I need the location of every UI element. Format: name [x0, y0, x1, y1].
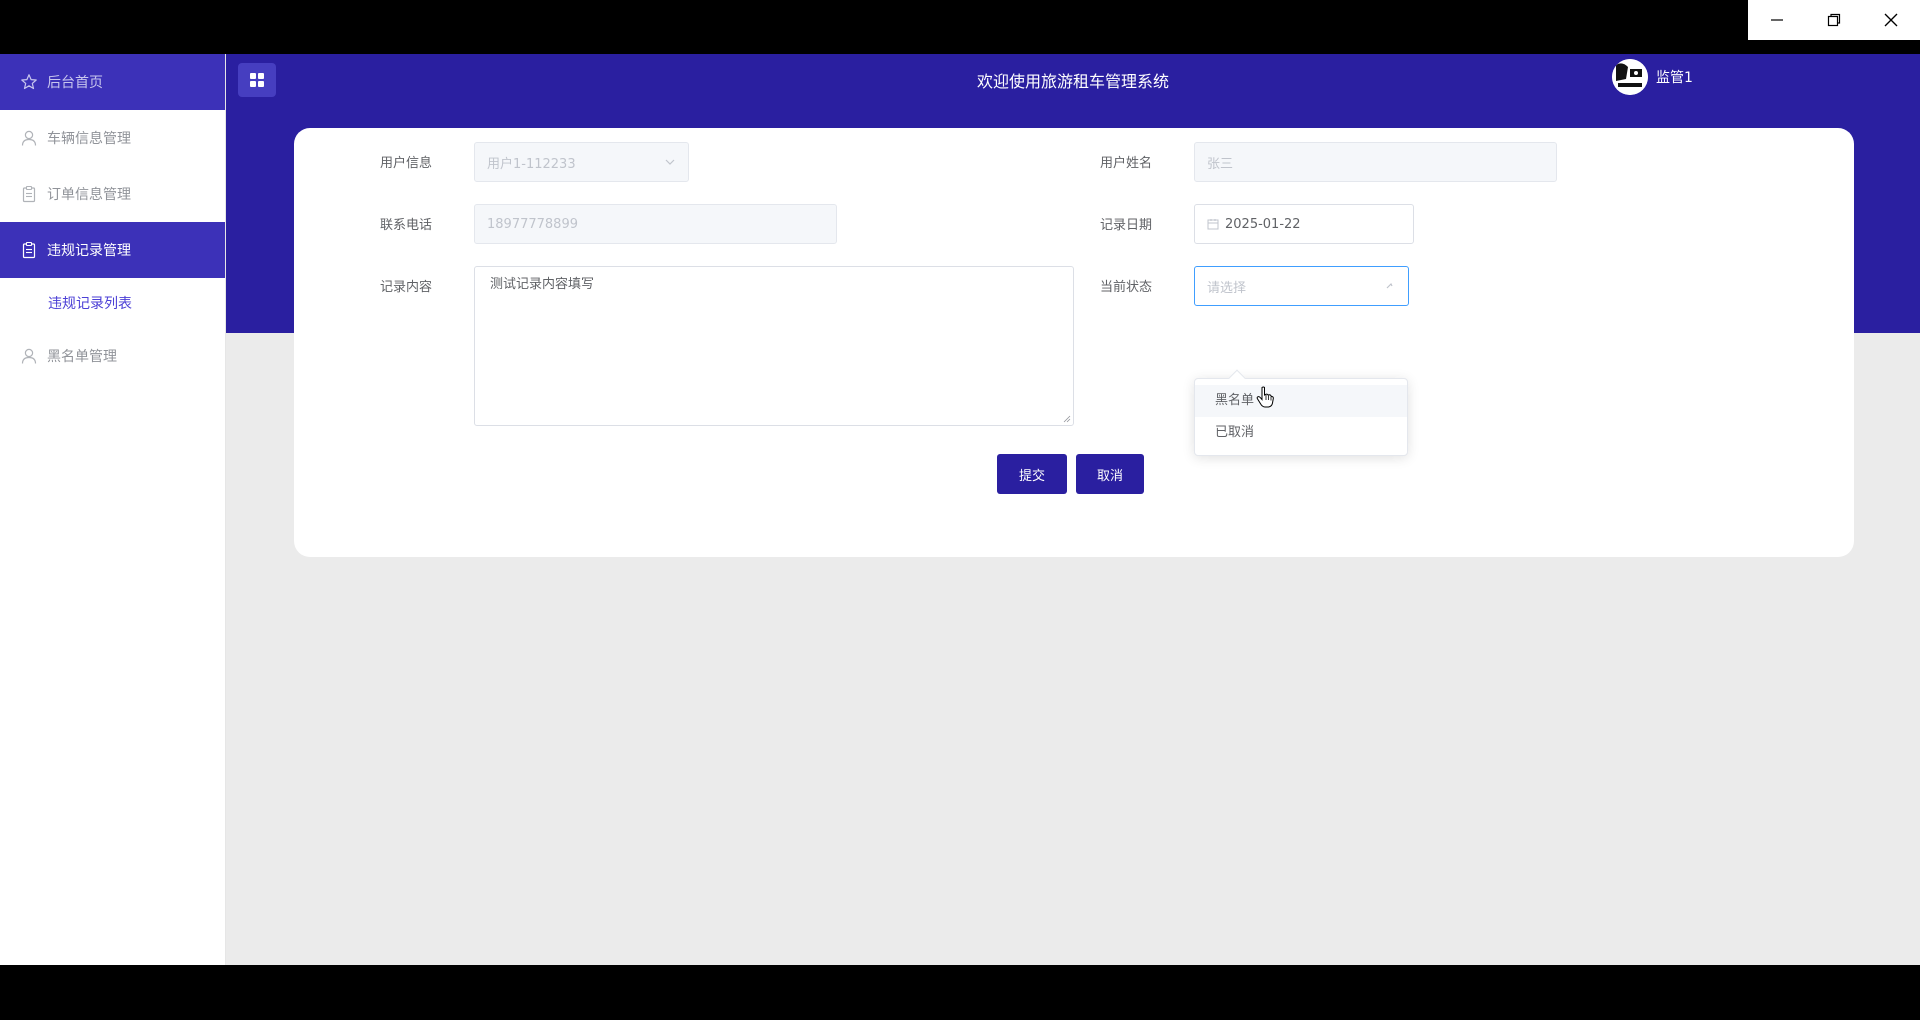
- content-label: 记录内容: [379, 280, 432, 295]
- calendar-icon: [1207, 218, 1219, 230]
- record-date-label: 记录日期: [1099, 218, 1152, 233]
- chevron-down-icon: [664, 156, 676, 168]
- chevron-up-icon: [1384, 280, 1396, 292]
- sidebar-item-violations[interactable]: 违规记录管理: [0, 222, 225, 278]
- username: 监管1: [1656, 70, 1693, 86]
- record-date-picker[interactable]: 2025-01-22: [1194, 204, 1414, 244]
- submit-button[interactable]: 提交: [997, 454, 1067, 494]
- status-select[interactable]: 请选择: [1194, 266, 1409, 306]
- sidebar-item-label: 车辆信息管理: [47, 131, 131, 147]
- user-icon: [20, 129, 38, 147]
- avatar-image: [1612, 59, 1648, 95]
- status-label: 当前状态: [1099, 280, 1152, 295]
- status-placeholder: 请选择: [1207, 280, 1247, 296]
- content-textarea[interactable]: 测试记录内容填写: [474, 266, 1074, 426]
- user-name-input[interactable]: 张三: [1194, 142, 1557, 182]
- record-date-value: 2025-01-22: [1225, 216, 1301, 232]
- window-titlebar: [0, 0, 1920, 54]
- sidebar-item-home[interactable]: 后台首页: [0, 54, 225, 110]
- phone-value: 18977778899: [487, 216, 578, 232]
- user-info-select[interactable]: 用户1-112233: [474, 142, 689, 182]
- sidebar-item-orders[interactable]: 订单信息管理: [0, 166, 225, 222]
- sidebar: 后台首页 车辆信息管理 订单信息管理 违规记录管理 违规记录列表 黑名单管理: [0, 54, 226, 965]
- bottom-bar: [0, 965, 1920, 1020]
- status-dropdown: 黑名单 已取消: [1194, 369, 1408, 456]
- user-info-label: 用户信息: [379, 156, 432, 171]
- window-controls: [1748, 0, 1920, 40]
- user-menu[interactable]: 监管1: [1612, 59, 1693, 95]
- minimize-icon: [1770, 19, 1783, 21]
- cancel-button[interactable]: 取消: [1076, 454, 1144, 494]
- restore-icon: [1827, 13, 1840, 27]
- clipboard-icon: [20, 241, 38, 259]
- avatar: [1612, 59, 1648, 95]
- content-value: 测试记录内容填写: [490, 277, 595, 292]
- sidebar-item-label: 违规记录管理: [47, 243, 131, 259]
- close-icon: [1884, 13, 1897, 27]
- sidebar-item-label: 后台首页: [47, 75, 103, 91]
- user-icon: [20, 347, 38, 365]
- sidebar-item-blacklist[interactable]: 黑名单管理: [0, 328, 225, 384]
- user-name-value: 张三: [1207, 156, 1234, 172]
- minimize-button[interactable]: [1748, 0, 1805, 40]
- restore-button[interactable]: [1805, 0, 1862, 40]
- phone-input[interactable]: 18977778899: [474, 204, 837, 244]
- hand-cursor-icon: [1256, 386, 1274, 408]
- sidebar-item-label: 订单信息管理: [47, 187, 131, 203]
- phone-label: 联系电话: [379, 218, 432, 233]
- star-icon: [20, 73, 38, 91]
- user-name-label: 用户姓名: [1099, 156, 1152, 171]
- status-option-blacklist[interactable]: 黑名单: [1195, 385, 1407, 417]
- resize-handle-icon: [1063, 415, 1071, 423]
- sidebar-item-label: 黑名单管理: [47, 349, 117, 365]
- form-card: 用户信息 用户1-112233 用户姓名 张三 联系电话 18977778899…: [294, 128, 1854, 557]
- clipboard-icon: [20, 185, 38, 203]
- user-info-value: 用户1-112233: [487, 156, 576, 172]
- status-option-cancelled[interactable]: 已取消: [1195, 417, 1407, 449]
- sidebar-item-vehicles[interactable]: 车辆信息管理: [0, 110, 225, 166]
- close-button[interactable]: [1862, 0, 1919, 40]
- app-window: 欢迎使用旅游租车管理系统 监管1 后台首页 车辆信息管理 订单信息管理 违规记录…: [0, 54, 1920, 965]
- sidebar-subitem-violation-list[interactable]: 违规记录列表: [0, 278, 225, 328]
